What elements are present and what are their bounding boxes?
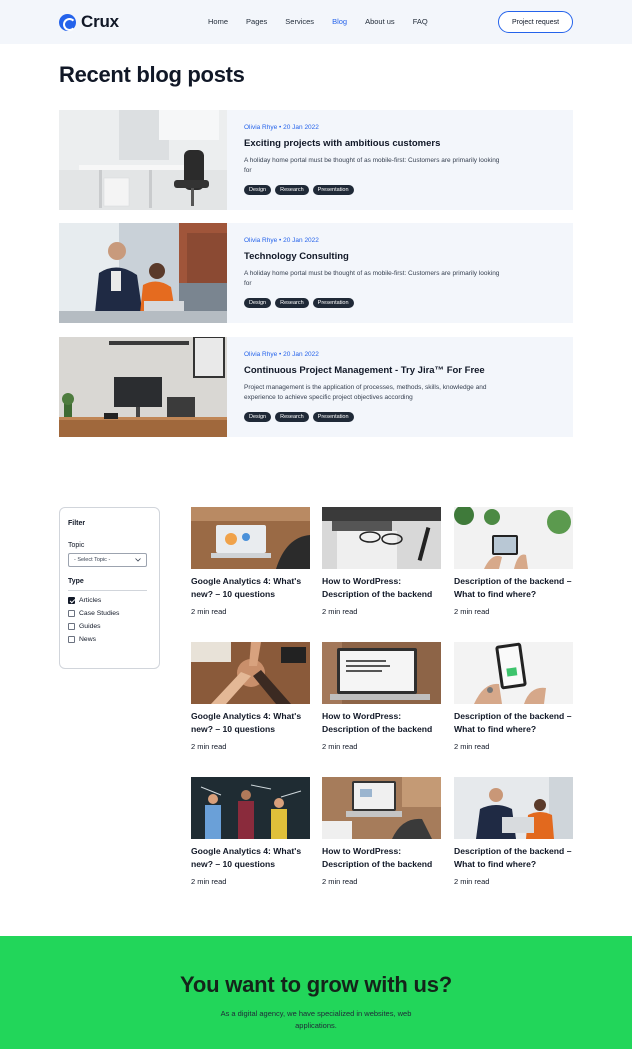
card-image[interactable] bbox=[454, 777, 573, 839]
nav-about[interactable]: About us bbox=[365, 17, 395, 26]
card-title[interactable]: How to WordPress: Description of the bac… bbox=[322, 845, 441, 871]
filter-option-label: Guides bbox=[79, 623, 101, 630]
post-meta: Olivia Rhye • 20 Jan 2022 bbox=[244, 237, 319, 244]
card-image[interactable] bbox=[322, 507, 441, 569]
read-time: 2 min read bbox=[191, 877, 227, 886]
topic-select-value: - Select Topic - bbox=[74, 557, 111, 563]
post-meta: Olivia Rhye • 20 Jan 2022 bbox=[244, 351, 319, 358]
card-title[interactable]: Google Analytics 4: What's new? – 10 que… bbox=[191, 710, 310, 736]
read-time: 2 min read bbox=[454, 742, 490, 751]
tag-list: Design Research Presentation bbox=[244, 185, 504, 195]
chevron-down-icon bbox=[135, 558, 141, 562]
filter-option-label: Articles bbox=[79, 597, 102, 604]
featured-post[interactable]: Olivia Rhye • 20 Jan 2022 Continuous Pro… bbox=[59, 337, 573, 437]
tag[interactable]: Design bbox=[244, 298, 272, 308]
nav-services[interactable]: Services bbox=[285, 17, 314, 26]
filter-option-case-studies[interactable]: Case Studies bbox=[68, 610, 151, 617]
cta-text: As a digital agency, we have specialized… bbox=[220, 1009, 412, 1030]
card-title[interactable]: Description of the backend – What to fin… bbox=[454, 845, 573, 871]
post-image[interactable] bbox=[59, 223, 227, 323]
nav-blog[interactable]: Blog bbox=[332, 17, 347, 26]
tag[interactable]: Research bbox=[275, 412, 309, 422]
blog-card[interactable]: Google Analytics 4: What's new? – 10 que… bbox=[191, 777, 310, 886]
checkbox[interactable] bbox=[68, 636, 75, 643]
read-time: 2 min read bbox=[454, 877, 490, 886]
read-time: 2 min read bbox=[322, 877, 358, 886]
tag[interactable]: Research bbox=[275, 298, 309, 308]
card-image[interactable] bbox=[191, 642, 310, 704]
read-time: 2 min read bbox=[191, 607, 227, 616]
nav-pages[interactable]: Pages bbox=[246, 17, 267, 26]
blog-card[interactable]: Google Analytics 4: What's new? – 10 que… bbox=[191, 642, 310, 751]
tag[interactable]: Research bbox=[275, 185, 309, 195]
post-title[interactable]: Exciting projects with ambitious custome… bbox=[244, 138, 504, 149]
filter-option-label: News bbox=[79, 636, 96, 643]
checkbox[interactable] bbox=[68, 623, 75, 630]
blog-card[interactable]: Description of the backend – What to fin… bbox=[454, 507, 573, 616]
post-excerpt: Project management is the application of… bbox=[244, 384, 487, 401]
filter-panel: Filter Topic - Select Topic - Type Artic… bbox=[59, 507, 160, 669]
tag[interactable]: Design bbox=[244, 412, 272, 422]
read-time: 2 min read bbox=[191, 742, 227, 751]
blog-card[interactable]: How to WordPress: Description of the bac… bbox=[322, 777, 441, 886]
blog-card[interactable]: Description of the backend – What to fin… bbox=[454, 642, 573, 751]
logo[interactable]: Crux bbox=[59, 12, 119, 32]
checkbox[interactable] bbox=[68, 597, 75, 604]
filter-option-label: Case Studies bbox=[79, 610, 120, 617]
type-label: Type bbox=[68, 578, 147, 591]
card-title[interactable]: Description of the backend – What to fin… bbox=[454, 710, 573, 736]
cta-band: You want to grow with us? As a digital a… bbox=[0, 936, 632, 1049]
card-title[interactable]: Description of the backend – What to fin… bbox=[454, 575, 573, 601]
tag[interactable]: Presentation bbox=[312, 185, 354, 195]
post-image[interactable] bbox=[59, 337, 227, 437]
nav-faq[interactable]: FAQ bbox=[413, 17, 428, 26]
cta-title: You want to grow with us? bbox=[179, 972, 452, 997]
card-title[interactable]: Google Analytics 4: What's new? – 10 que… bbox=[191, 575, 310, 601]
read-time: 2 min read bbox=[322, 607, 358, 616]
post-meta: Olivia Rhye • 20 Jan 2022 bbox=[244, 124, 319, 131]
site-header: Crux Home Pages Services Blog About us F… bbox=[0, 0, 632, 44]
card-image[interactable] bbox=[322, 642, 441, 704]
post-title[interactable]: Continuous Project Management - Try Jira… bbox=[244, 365, 504, 376]
card-image[interactable] bbox=[191, 777, 310, 839]
featured-post[interactable]: Olivia Rhye • 20 Jan 2022 Exciting proje… bbox=[59, 110, 573, 210]
tag-list: Design Research Presentation bbox=[244, 298, 504, 308]
card-title[interactable]: Google Analytics 4: What's new? – 10 que… bbox=[191, 845, 310, 871]
nav-home[interactable]: Home bbox=[208, 17, 228, 26]
filter-title: Filter bbox=[68, 520, 86, 527]
tag-list: Design Research Presentation bbox=[244, 412, 504, 422]
tag[interactable]: Presentation bbox=[312, 412, 354, 422]
read-time: 2 min read bbox=[454, 607, 490, 616]
filter-option-articles[interactable]: Articles bbox=[68, 597, 151, 604]
post-title[interactable]: Technology Consulting bbox=[244, 251, 504, 262]
card-image[interactable] bbox=[191, 507, 310, 569]
tag[interactable]: Presentation bbox=[312, 298, 354, 308]
post-image[interactable] bbox=[59, 110, 227, 210]
filter-option-news[interactable]: News bbox=[68, 636, 151, 643]
blog-card[interactable]: Description of the backend – What to fin… bbox=[454, 777, 573, 886]
post-excerpt: A holiday home portal must be thought of… bbox=[244, 157, 500, 174]
blog-card[interactable]: How to WordPress: Description of the bac… bbox=[322, 642, 441, 751]
card-title[interactable]: How to WordPress: Description of the bac… bbox=[322, 710, 441, 736]
logo-text: Crux bbox=[81, 12, 119, 31]
featured-post[interactable]: Olivia Rhye • 20 Jan 2022 Technology Con… bbox=[59, 223, 573, 323]
topic-select[interactable]: - Select Topic - bbox=[68, 553, 147, 567]
card-title[interactable]: How to WordPress: Description of the bac… bbox=[322, 575, 441, 601]
blog-card[interactable]: Google Analytics 4: What's new? – 10 que… bbox=[191, 507, 310, 616]
card-image[interactable] bbox=[454, 642, 573, 704]
card-image[interactable] bbox=[454, 507, 573, 569]
page-title: Recent blog posts bbox=[59, 62, 245, 87]
logo-icon bbox=[59, 13, 76, 31]
checkbox[interactable] bbox=[68, 610, 75, 617]
read-time: 2 min read bbox=[322, 742, 358, 751]
topic-label: Topic bbox=[68, 542, 85, 549]
main-nav: Home Pages Services Blog About us FAQ bbox=[208, 17, 446, 26]
project-request-button[interactable]: Project request bbox=[498, 11, 573, 33]
blog-card[interactable]: How to WordPress: Description of the bac… bbox=[322, 507, 441, 616]
filter-option-guides[interactable]: Guides bbox=[68, 623, 151, 630]
tag[interactable]: Design bbox=[244, 185, 272, 195]
post-excerpt: A holiday home portal must be thought of… bbox=[244, 270, 500, 287]
card-image[interactable] bbox=[322, 777, 441, 839]
